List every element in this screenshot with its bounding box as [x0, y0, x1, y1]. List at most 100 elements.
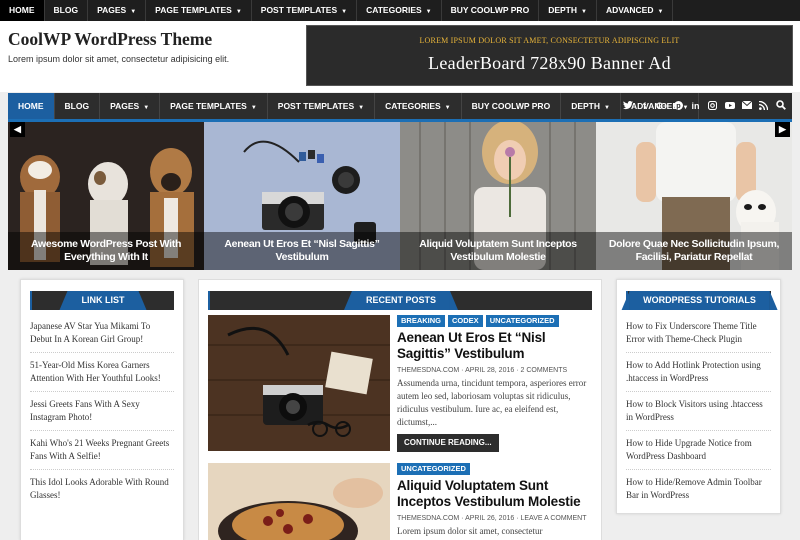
facebook-icon[interactable]: f: [639, 101, 650, 111]
nav-item-buy-coolwp-pro[interactable]: BUY COOLWP PRO: [462, 93, 562, 119]
nav-item-advanced[interactable]: ADVANCED ▼: [597, 0, 674, 21]
nav-item-home[interactable]: HOME: [8, 93, 55, 119]
nav-item-page-templates[interactable]: PAGE TEMPLATES ▼: [160, 93, 268, 119]
tag-codex[interactable]: CODEX: [448, 315, 483, 327]
section-title-bar: RECENT POSTS: [208, 291, 592, 310]
chevron-down-icon: ▼: [130, 9, 137, 15]
site-tagline: Lorem ipsum dolor sit amet, consectetur …: [8, 54, 230, 64]
slider-next-arrow[interactable]: ▶: [775, 122, 790, 137]
slide-caption-text[interactable]: Dolore Quae Nec Sollicitudin Ipsum, Faci…: [602, 238, 786, 264]
slide[interactable]: Awesome WordPress Post With Everything W…: [8, 122, 204, 270]
nav-item-pages[interactable]: PAGES ▼: [100, 93, 161, 119]
widget-title: LINK LIST: [59, 291, 147, 310]
tag-breaking[interactable]: BREAKING: [397, 315, 446, 327]
main-nav-items: HOME BLOG PAGES ▼ PAGE TEMPLATES ▼ POST TEMPLA…: [8, 93, 700, 119]
tag-uncategorized[interactable]: UNCATEGORIZED: [485, 315, 559, 327]
list-item[interactable]: 51-Year-Old Miss Korea Garners Attention…: [30, 353, 174, 392]
widget-title-bar: WORDPRESS TUTORIALS: [621, 291, 778, 310]
slide[interactable]: Aenean Ut Eros Et “Nisl Sagittis” Vestib…: [204, 122, 400, 270]
widget-title: WORDPRESS TUTORIALS: [621, 291, 778, 310]
list-item[interactable]: Japanese AV Star Yua Mikami To Debut In …: [30, 314, 174, 353]
post-title[interactable]: Aliquid Voluptatem Sunt Inceptos Vestibu…: [397, 478, 594, 510]
chevron-down-icon: ▼: [250, 105, 257, 111]
twitter-icon[interactable]: [622, 100, 633, 112]
slide-caption: Awesome WordPress Post With Everything W…: [8, 232, 204, 270]
nav-item-label: CATEGORIES: [366, 5, 422, 15]
slide-caption: Aliquid Voluptatem Sunt Inceptos Vestibu…: [400, 232, 596, 270]
post-body: UNCATEGORIZED Aliquid Voluptatem Sunt In…: [397, 463, 594, 538]
banner-subtext: LOREM IPSUM DOLOR SIT AMET, CONSECTETUR …: [419, 36, 680, 45]
tag-uncategorized[interactable]: UNCATEGORIZED: [397, 463, 470, 475]
site-title[interactable]: CoolWP WordPress Theme: [8, 29, 212, 50]
instagram-icon[interactable]: [707, 100, 718, 112]
slide[interactable]: Dolore Quae Nec Sollicitudin Ipsum, Faci…: [596, 122, 792, 270]
list-item[interactable]: How to Hide/Remove Admin Toolbar Bar in …: [626, 470, 771, 508]
list-item[interactable]: Jessi Greets Fans With A Sexy Instagram …: [30, 392, 174, 431]
top-navigation: HOME BLOG PAGES ▼ PAGE TEMPLATES ▼ POST TEMPLA…: [0, 0, 800, 21]
nav-item-label: PAGE TEMPLATES: [155, 5, 232, 15]
email-icon[interactable]: [741, 100, 752, 111]
nav-item-post-templates[interactable]: POST TEMPLATES ▼: [268, 93, 376, 119]
nav-item-label: BUY COOLWP PRO: [450, 5, 530, 15]
post-tags: UNCATEGORIZED: [397, 463, 594, 475]
nav-item-label: BUY COOLWP PRO: [471, 101, 551, 111]
chevron-down-icon: ▼: [425, 9, 432, 15]
nav-item-categories[interactable]: CATEGORIES ▼: [375, 93, 462, 119]
leaderboard-banner-ad[interactable]: LOREM IPSUM DOLOR SIT AMET, CONSECTETUR …: [306, 25, 793, 86]
nav-item-home[interactable]: HOME: [0, 0, 45, 21]
nav-item-blog[interactable]: BLOG: [55, 93, 101, 119]
post-author[interactable]: THEMESDNA.COM: [397, 515, 459, 522]
nav-item-page-templates[interactable]: PAGE TEMPLATES ▼: [146, 0, 252, 21]
slide-caption-text[interactable]: Aenean Ut Eros Et “Nisl Sagittis” Vestib…: [210, 238, 394, 264]
linkedin-icon[interactable]: in: [690, 101, 701, 111]
youtube-icon[interactable]: [724, 101, 735, 112]
nav-item-blog[interactable]: BLOG: [45, 0, 89, 21]
recent-posts-section: RECENT POSTS BREAKING CODEX UNCATEGORIZE…: [198, 279, 602, 540]
widget-title-bar: LINK LIST: [30, 291, 174, 310]
nav-item-buy-coolwp-pro[interactable]: BUY COOLWP PRO: [442, 0, 540, 21]
google-plus-icon[interactable]: G+: [656, 101, 668, 111]
continue-reading-button[interactable]: CONTINUE READING...: [397, 434, 499, 452]
banner-headline: LeaderBoard 728x90 Banner Ad: [428, 53, 671, 73]
rss-icon[interactable]: [758, 100, 769, 112]
tutorial-list: How to Fix Underscore Theme Title Error …: [617, 310, 780, 508]
social-icons: f G+ p in: [622, 93, 786, 119]
svg-text:p: p: [676, 101, 681, 110]
list-item[interactable]: How to Fix Underscore Theme Title Error …: [626, 314, 771, 353]
nav-item-pages[interactable]: PAGES ▼: [88, 0, 147, 21]
post-title[interactable]: Aenean Ut Eros Et “Nisl Sagittis” Vestib…: [397, 330, 594, 362]
slide[interactable]: Aliquid Voluptatem Sunt Inceptos Vestibu…: [400, 122, 596, 270]
pinterest-icon[interactable]: p: [673, 100, 684, 112]
site-header: CoolWP WordPress Theme Lorem ipsum dolor…: [0, 21, 800, 92]
post-comments[interactable]: LEAVE A COMMENT: [520, 515, 586, 522]
list-item[interactable]: This Idol Looks Adorable With Round Glas…: [30, 470, 174, 508]
list-item[interactable]: How to Block Visitors using .htaccess in…: [626, 392, 771, 431]
nav-item-categories[interactable]: CATEGORIES ▼: [357, 0, 442, 21]
nav-item-label: BLOG: [64, 101, 90, 111]
list-item[interactable]: Kahi Who's 21 Weeks Pregnant Greets Fans…: [30, 431, 174, 470]
chevron-down-icon: ▼: [341, 9, 348, 15]
post-comments[interactable]: 2 COMMENTS: [520, 367, 567, 374]
slide-caption-text[interactable]: Awesome WordPress Post With Everything W…: [14, 238, 198, 264]
post-author[interactable]: THEMESDNA.COM: [397, 367, 459, 374]
widget-header: WORDPRESS TUTORIALS: [617, 280, 780, 310]
nav-item-label: PAGES: [110, 101, 140, 111]
post-thumbnail[interactable]: [208, 463, 390, 540]
search-icon[interactable]: [775, 100, 786, 112]
list-item[interactable]: How to Add Hotlink Protection using .hta…: [626, 353, 771, 392]
nav-item-label: PAGE TEMPLATES: [170, 101, 247, 111]
post-excerpt: Lorem ipsum dolor sit amet, consectetur: [397, 526, 543, 536]
chevron-down-icon: ▼: [358, 105, 365, 111]
nav-item-depth[interactable]: DEPTH ▼: [561, 93, 621, 119]
post-item: BREAKING CODEX UNCATEGORIZED Aenean Ut E…: [208, 315, 594, 452]
widget-header: LINK LIST: [21, 280, 183, 310]
post-excerpt: Assumenda urna, tincidunt tempora, asper…: [397, 378, 587, 427]
nav-item-depth[interactable]: DEPTH ▼: [539, 0, 597, 21]
slide-caption-text[interactable]: Aliquid Voluptatem Sunt Inceptos Vestibu…: [406, 238, 590, 264]
nav-item-label: DEPTH: [571, 101, 600, 111]
nav-item-post-templates[interactable]: POST TEMPLATES ▼: [252, 0, 358, 21]
post-body: BREAKING CODEX UNCATEGORIZED Aenean Ut E…: [397, 315, 594, 452]
list-item[interactable]: How to Hide Upgrade Notice from WordPres…: [626, 431, 771, 470]
post-thumbnail[interactable]: [208, 315, 390, 451]
slider-prev-arrow[interactable]: ◀: [10, 122, 25, 137]
